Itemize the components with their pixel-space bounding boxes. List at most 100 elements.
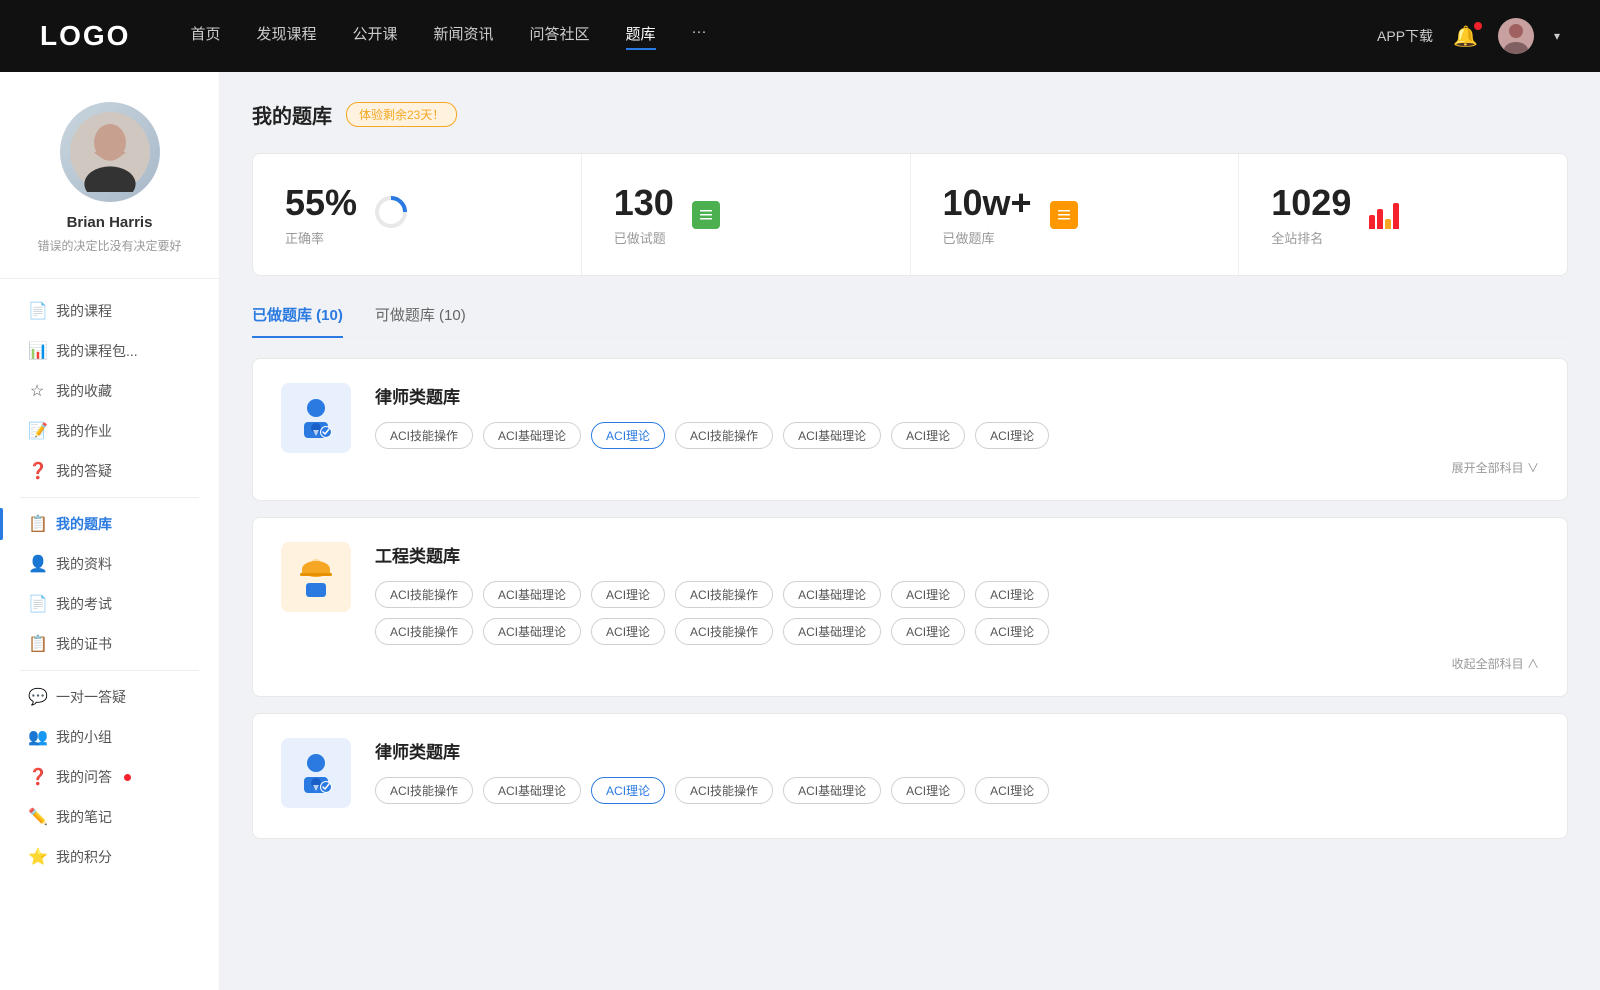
questions-icon: ❓ [28,767,46,787]
qbank-card-lawyer-2: 律师类题库 ACI技能操作 ACI基础理论 ACI理论 ACI技能操作 ACI基… [252,713,1568,839]
sidebar-label-exam: 我的考试 [56,594,112,614]
tag-3[interactable]: ACI技能操作 [675,422,773,449]
rank-label: 全站排名 [1271,228,1351,247]
accuracy-number: 55% [285,182,357,224]
nav-qa[interactable]: 问答社区 [530,23,590,50]
sidebar-label-courses: 我的课程 [56,301,112,321]
tag-5[interactable]: ACI理论 [891,422,965,449]
eng-tag-r2-6[interactable]: ACI理论 [975,618,1049,645]
qbank-card-engineering: 工程类题库 ACI技能操作 ACI基础理论 ACI理论 ACI技能操作 ACI基… [252,517,1568,697]
eng-tag-r1-3[interactable]: ACI技能操作 [675,581,773,608]
notification-dot [1474,22,1482,30]
sidebar-item-exam[interactable]: 📄 我的考试 [0,584,219,624]
eng-tag-r1-1[interactable]: ACI基础理论 [483,581,581,608]
expand-link-1[interactable]: 展开全部科目 ∨ [375,459,1539,476]
accuracy-label: 正确率 [285,228,357,247]
l2-tag-4[interactable]: ACI基础理论 [783,777,881,804]
qbank-lawyer-2-header: 律师类题库 ACI技能操作 ACI基础理论 ACI理论 ACI技能操作 ACI基… [281,738,1539,814]
sidebar-label-profile: 我的资料 [56,554,112,574]
sidebar-item-favorites[interactable]: ☆ 我的收藏 [0,371,219,411]
sidebar-item-qbank[interactable]: 📋 我的题库 [0,504,219,544]
sidebar-item-points[interactable]: ⭐ 我的积分 [0,837,219,877]
sidebar-item-notes[interactable]: ✏️ 我的笔记 [0,797,219,837]
eng-tag-r1-5[interactable]: ACI理论 [891,581,965,608]
1on1-icon: 💬 [28,687,46,707]
engineering-icon-wrap [281,542,351,612]
sidebar-label-points: 我的积分 [56,847,112,867]
nav-discover[interactable]: 发现课程 [256,23,316,50]
user-avatar[interactable] [1498,18,1534,54]
nav-more[interactable]: ··· [692,23,707,50]
stat-accuracy: 55% 正确率 [253,154,582,275]
lawyer-figure-icon-2 [294,751,338,795]
eng-tag-r2-5[interactable]: ACI理论 [891,618,965,645]
eng-tag-r1-0[interactable]: ACI技能操作 [375,581,473,608]
l2-tag-6[interactable]: ACI理论 [975,777,1049,804]
l2-tag-1[interactable]: ACI基础理论 [483,777,581,804]
page-header: 我的题库 体验剩余23天！ [252,100,1568,129]
sidebar-label-favorites: 我的收藏 [56,381,112,401]
user-menu-chevron[interactable]: ▾ [1554,29,1560,43]
collapse-link-engineering[interactable]: 收起全部科目 ∧ [375,655,1539,672]
qbank-lawyer-2-title: 律师类题库 [375,738,1539,763]
sidebar-item-qa[interactable]: ❓ 我的答疑 [0,451,219,491]
sidebar-label-packages: 我的课程包... [56,341,138,361]
tab-available-banks[interactable]: 可做题库 (10) [375,304,466,337]
nav-home[interactable]: 首页 [190,23,220,50]
l2-tag-2-active[interactable]: ACI理论 [591,777,665,804]
banks-number: 10w+ [943,182,1032,224]
nav-qbank[interactable]: 题库 [626,23,656,50]
app-download-link[interactable]: APP下载 [1377,26,1433,46]
page-title: 我的题库 [252,100,332,129]
sidebar-item-homework[interactable]: 📝 我的作业 [0,411,219,451]
l2-tag-0[interactable]: ACI技能操作 [375,777,473,804]
tag-1[interactable]: ACI基础理论 [483,422,581,449]
sidebar-item-courses[interactable]: 📄 我的课程 [0,291,219,331]
logo: LOGO [40,20,130,52]
navbar-menu: 首页 发现课程 公开课 新闻资讯 问答社区 题库 ··· [190,23,1377,50]
l2-tag-5[interactable]: ACI理论 [891,777,965,804]
tag-2-active[interactable]: ACI理论 [591,422,665,449]
stat-done-questions: 130 已做试题 [582,154,911,275]
stats-row: 55% 正确率 130 已做试题 [252,153,1568,276]
eng-tag-r2-0[interactable]: ACI技能操作 [375,618,473,645]
eng-tag-r2-3[interactable]: ACI技能操作 [675,618,773,645]
eng-tag-r2-1[interactable]: ACI基础理论 [483,618,581,645]
eng-tag-r1-4[interactable]: ACI基础理论 [783,581,881,608]
sidebar-profile: Brian Harris 错误的决定比没有决定要好 [0,102,219,279]
sidebar-label-questions: 我的问答 [56,767,112,787]
tag-6[interactable]: ACI理论 [975,422,1049,449]
sidebar-label-certificate: 我的证书 [56,634,112,654]
sidebar-divider-2 [20,670,199,671]
sidebar-label-notes: 我的笔记 [56,807,112,827]
sidebar-item-questions[interactable]: ❓ 我的问答 [0,757,219,797]
sidebar-item-certificate[interactable]: 📋 我的证书 [0,624,219,664]
lawyer-icon-wrap-2 [281,738,351,808]
tag-0[interactable]: ACI技能操作 [375,422,473,449]
notification-bell[interactable]: 🔔 [1453,24,1478,49]
eng-tag-r1-6[interactable]: ACI理论 [975,581,1049,608]
eng-tag-r2-2[interactable]: ACI理论 [591,618,665,645]
certificate-icon: 📋 [28,634,46,654]
sidebar-item-1on1[interactable]: 💬 一对一答疑 [0,677,219,717]
questions-dot [124,774,131,781]
nav-open-course[interactable]: 公开课 [352,23,397,50]
sidebar-item-groups[interactable]: 👥 我的小组 [0,717,219,757]
eng-tag-r1-2[interactable]: ACI理论 [591,581,665,608]
qbank-card-lawyer-1: 律师类题库 ACI技能操作 ACI基础理论 ACI理论 ACI技能操作 ACI基… [252,358,1568,501]
sidebar-avatar [60,102,160,202]
qbank-lawyer-1-title: 律师类题库 [375,383,1539,408]
lawyer-figure-icon [294,396,338,440]
qbank-engineering-content: 工程类题库 ACI技能操作 ACI基础理论 ACI理论 ACI技能操作 ACI基… [375,542,1539,672]
l2-tag-3[interactable]: ACI技能操作 [675,777,773,804]
tab-done-banks[interactable]: 已做题库 (10) [252,304,343,337]
nav-news[interactable]: 新闻资讯 [434,23,494,50]
sidebar-item-course-packages[interactable]: 📊 我的课程包... [0,331,219,371]
stat-accuracy-value: 55% 正确率 [285,182,357,247]
eng-tag-r2-4[interactable]: ACI基础理论 [783,618,881,645]
sidebar-item-profile[interactable]: 👤 我的资料 [0,544,219,584]
pie-chart-icon [375,196,407,233]
tag-4[interactable]: ACI基础理论 [783,422,881,449]
stat-done-banks: 10w+ 已做题库 [911,154,1240,275]
qbank-engineering-header: 工程类题库 ACI技能操作 ACI基础理论 ACI理论 ACI技能操作 ACI基… [281,542,1539,672]
